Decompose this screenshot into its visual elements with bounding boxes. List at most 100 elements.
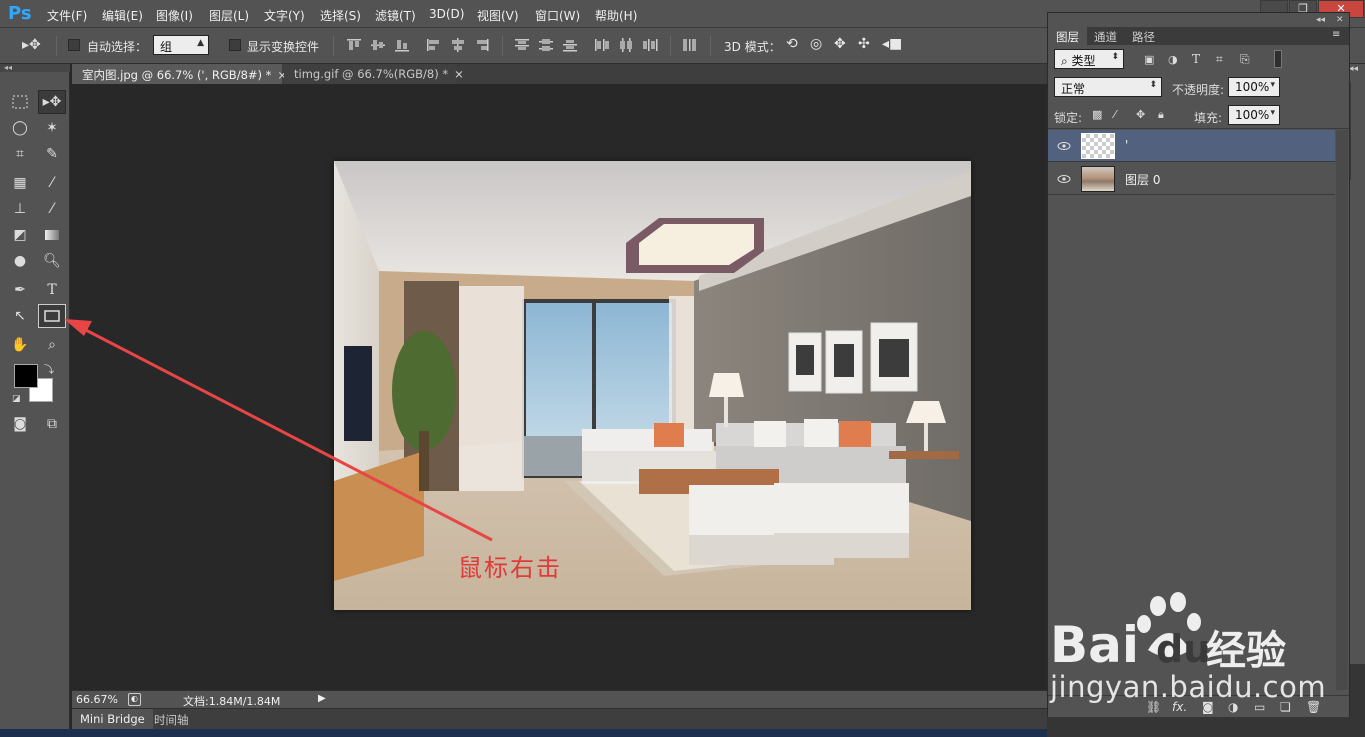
- brush-tool-icon[interactable]: ⁄: [38, 171, 66, 195]
- align-right-icon[interactable]: [474, 38, 490, 52]
- auto-select-checkbox[interactable]: [68, 39, 80, 51]
- menu-window[interactable]: 窗口(W): [535, 7, 580, 24]
- tab-layers[interactable]: 图层: [1048, 27, 1087, 45]
- filter-adjustment-icon[interactable]: ◑: [1168, 53, 1178, 66]
- zoom-tool-icon[interactable]: ⌕: [38, 333, 66, 357]
- toolbar-collapse[interactable]: ◂◂: [0, 64, 70, 72]
- trash-icon[interactable]: 🗑︎: [1306, 700, 1321, 714]
- type-tool-icon[interactable]: T: [38, 278, 66, 302]
- layer-row-image[interactable]: 图层 0: [1048, 163, 1335, 195]
- magic-wand-tool-icon[interactable]: ✶: [38, 116, 66, 140]
- menu-file[interactable]: 文件(F): [47, 7, 87, 24]
- panel-menu-icon[interactable]: ≡: [1332, 29, 1340, 40]
- mask-icon[interactable]: ◙: [1202, 700, 1214, 714]
- tab-mini-bridge[interactable]: Mini Bridge: [72, 709, 153, 730]
- lock-pixels-icon[interactable]: ⁄: [1114, 108, 1116, 121]
- 3d-rotate-icon[interactable]: ⟲: [786, 36, 798, 52]
- visibility-eye-icon[interactable]: [1057, 172, 1071, 186]
- distribute-bottom-icon[interactable]: [562, 38, 578, 52]
- crop-tool-icon[interactable]: ⌗: [6, 142, 34, 166]
- opacity-field[interactable]: 100% ▾: [1228, 77, 1280, 97]
- 3d-roll-icon[interactable]: ◎: [810, 36, 822, 52]
- layer-name[interactable]: 图层 0: [1125, 171, 1160, 188]
- proof-icon[interactable]: ◐: [128, 693, 141, 706]
- layer-name[interactable]: ': [1125, 138, 1128, 152]
- filter-smart-object-icon[interactable]: ⎘: [1240, 52, 1250, 67]
- room-photo[interactable]: [334, 161, 971, 610]
- move-tool-icon[interactable]: ▸✥: [38, 90, 66, 114]
- tab-channels[interactable]: 通道: [1086, 27, 1125, 45]
- close-panel-icon[interactable]: ✕: [1336, 15, 1344, 25]
- distribute-right-icon[interactable]: [642, 38, 658, 52]
- quick-mask-icon[interactable]: ◙: [6, 412, 34, 436]
- healing-brush-tool-icon[interactable]: ▦: [6, 171, 34, 195]
- lock-position-icon[interactable]: ✥: [1136, 108, 1145, 121]
- filter-type-icon[interactable]: T: [1192, 52, 1200, 66]
- blur-tool-icon[interactable]: ●: [6, 249, 34, 273]
- show-transform-checkbox[interactable]: [229, 39, 241, 51]
- dodge-tool-icon[interactable]: 🔍︎: [38, 249, 66, 273]
- pen-tool-icon[interactable]: ✒: [6, 278, 34, 302]
- eraser-tool-icon[interactable]: ◩: [6, 223, 34, 247]
- align-top-icon[interactable]: [346, 38, 362, 52]
- align-vcenter-icon[interactable]: [370, 38, 386, 52]
- filter-kind-dropdown[interactable]: ⌕ 类型 ⬍: [1054, 49, 1124, 69]
- default-colors-icon[interactable]: ◪: [12, 394, 21, 404]
- distribute-top-icon[interactable]: [514, 38, 530, 52]
- align-hcenter-icon[interactable]: [450, 38, 466, 52]
- gradient-tool-icon[interactable]: [38, 223, 66, 247]
- lock-transparency-icon[interactable]: ▩: [1092, 108, 1102, 121]
- swap-colors-icon[interactable]: ⤵: [44, 361, 54, 376]
- hand-tool-icon[interactable]: ✋: [6, 333, 34, 357]
- auto-align-icon[interactable]: [682, 38, 698, 52]
- menu-select[interactable]: 选择(S): [320, 7, 361, 24]
- tab-paths[interactable]: 路径: [1124, 27, 1163, 45]
- menu-layer[interactable]: 图层(L): [209, 7, 249, 24]
- 3d-scale-icon[interactable]: ◂■: [882, 36, 902, 52]
- auto-select-dropdown[interactable]: 组 ▲: [153, 35, 209, 55]
- distribute-vcenter-icon[interactable]: [538, 38, 554, 52]
- folder-icon[interactable]: ▭: [1254, 700, 1265, 714]
- layer-row-text[interactable]: ': [1048, 130, 1335, 162]
- filter-toggle[interactable]: [1274, 50, 1282, 68]
- close-icon[interactable]: ×: [454, 67, 464, 81]
- lasso-tool-icon[interactable]: ◯: [6, 116, 34, 140]
- distribute-hcenter-icon[interactable]: [618, 38, 634, 52]
- menu-edit[interactable]: 编辑(E): [102, 7, 143, 24]
- foreground-color-front[interactable]: [14, 364, 38, 388]
- collapse-icon[interactable]: ◂◂: [1316, 15, 1325, 25]
- layers-scrollbar[interactable]: [1336, 130, 1348, 690]
- expand-panels-icon[interactable]: ◂◂: [1349, 64, 1358, 74]
- 3d-drag-icon[interactable]: ✥: [834, 36, 846, 52]
- tab-timeline[interactable]: 时间轴: [146, 709, 197, 730]
- menu-type[interactable]: 文字(Y): [264, 7, 305, 24]
- zoom-level[interactable]: 66.67%: [76, 693, 118, 706]
- marquee-tool-icon[interactable]: [6, 90, 34, 114]
- screen-mode-icon[interactable]: ⧉: [38, 412, 66, 436]
- distribute-left-icon[interactable]: [594, 38, 610, 52]
- filter-pixel-icon[interactable]: ▣: [1144, 53, 1154, 66]
- menu-view[interactable]: 视图(V): [477, 7, 519, 24]
- align-bottom-icon[interactable]: [394, 38, 410, 52]
- move-tool-preset-icon[interactable]: ▸✥: [22, 37, 41, 53]
- visibility-eye-icon[interactable]: [1057, 139, 1071, 153]
- menu-3d[interactable]: 3D(D): [429, 7, 464, 21]
- tab-timg-gif[interactable]: timg.gif @ 66.7%(RGB/8) * ×: [284, 64, 464, 84]
- fill-field[interactable]: 100% ▾: [1228, 105, 1280, 125]
- path-selection-tool-icon[interactable]: ↖: [6, 304, 34, 328]
- status-menu-arrow-icon[interactable]: ▶: [318, 693, 326, 704]
- new-layer-icon[interactable]: ❏: [1280, 700, 1291, 714]
- blend-mode-dropdown[interactable]: 正常 ⬍: [1054, 77, 1162, 97]
- filter-shape-icon[interactable]: ⌗: [1216, 52, 1223, 67]
- menu-filter[interactable]: 滤镜(T): [375, 7, 416, 24]
- tab-room-image[interactable]: 室内图.jpg @ 66.7% (', RGB/8#) * ×: [72, 64, 287, 84]
- rectangle-tool-icon[interactable]: [38, 304, 66, 328]
- align-left-icon[interactable]: [426, 38, 442, 52]
- 3d-slide-icon[interactable]: ✣: [858, 36, 870, 52]
- eyedropper-tool-icon[interactable]: ✎: [38, 142, 66, 166]
- adjustment-icon[interactable]: ◑: [1228, 700, 1238, 714]
- fx-icon[interactable]: fx.: [1172, 700, 1187, 714]
- history-brush-tool-icon[interactable]: ⁄: [38, 197, 66, 221]
- menu-image[interactable]: 图像(I): [156, 7, 193, 24]
- menu-help[interactable]: 帮助(H): [595, 7, 637, 24]
